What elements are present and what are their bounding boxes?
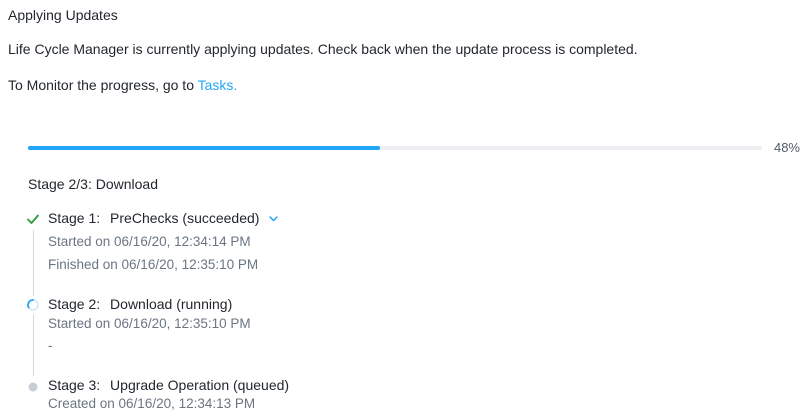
progress-percent: 48% bbox=[773, 140, 800, 155]
tasks-link[interactable]: Tasks. bbox=[198, 77, 238, 93]
stage-number: Stage 3: bbox=[48, 377, 101, 393]
status-message: Life Cycle Manager is currently applying… bbox=[8, 41, 638, 57]
spinner-icon bbox=[27, 299, 39, 311]
stage-started: Started on 06/16/20, 12:35:10 PM bbox=[48, 316, 251, 331]
progress-bar bbox=[28, 146, 762, 150]
check-icon bbox=[27, 214, 39, 224]
page-title: Applying Updates bbox=[8, 7, 118, 23]
stage-title: Stage 3: Upgrade Operation (queued) bbox=[48, 377, 289, 393]
stage-created: Created on 06/16/20, 12:34:13 PM bbox=[48, 396, 256, 411]
stage-name: Download (running) bbox=[110, 296, 233, 312]
chevron-down-icon[interactable] bbox=[269, 216, 279, 222]
progress-bar-fill bbox=[28, 146, 381, 150]
stage-number: Stage 1: bbox=[48, 210, 101, 226]
stage-name: PreChecks (succeeded) bbox=[110, 210, 260, 226]
stage-name: Upgrade Operation (queued) bbox=[110, 377, 290, 393]
monitor-line: To Monitor the progress, go to Tasks. bbox=[8, 77, 237, 93]
stage-started: Started on 06/16/20, 12:34:14 PM bbox=[48, 234, 251, 249]
monitor-text: To Monitor the progress, go to bbox=[8, 77, 198, 93]
stage-title: Stage 2: Download (running) bbox=[48, 296, 232, 312]
stage-finished: - bbox=[48, 338, 53, 353]
stage-number: Stage 2: bbox=[48, 296, 101, 312]
timeline-connector bbox=[33, 314, 34, 376]
stage-title: Stage 1: PreChecks (succeeded) bbox=[48, 210, 279, 226]
stage-summary: Stage 2/3: Download bbox=[28, 176, 158, 192]
dot-icon bbox=[28, 382, 38, 392]
stage-finished: Finished on 06/16/20, 12:35:10 PM bbox=[48, 257, 259, 272]
timeline-connector bbox=[33, 230, 34, 296]
